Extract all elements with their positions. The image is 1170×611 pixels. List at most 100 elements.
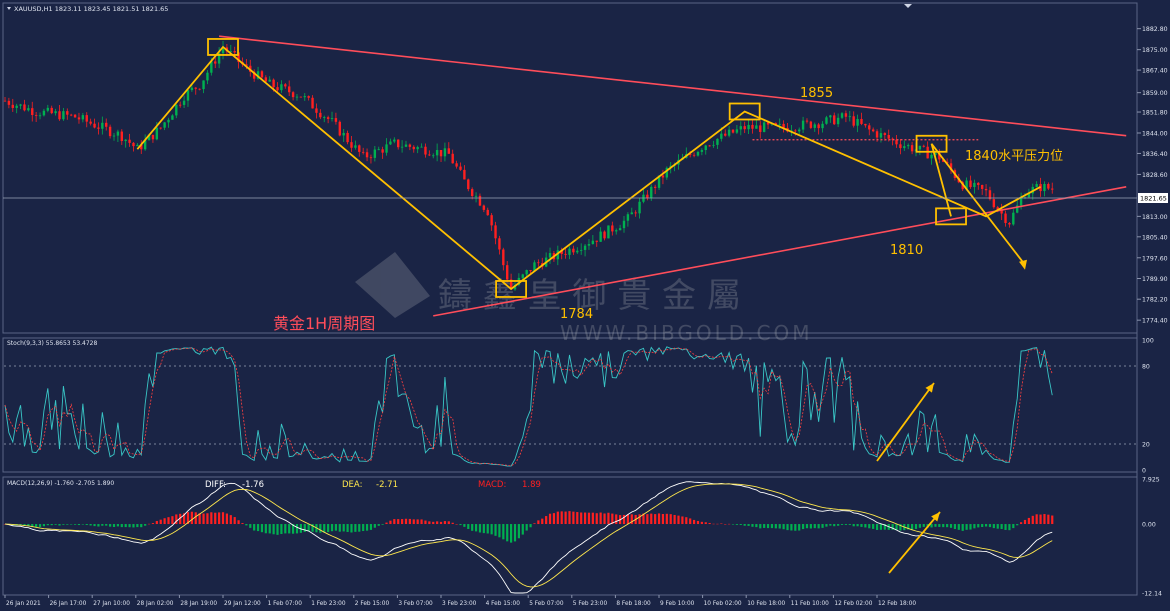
candle-body bbox=[797, 129, 801, 132]
macd-histogram-bar bbox=[412, 519, 415, 525]
macd-histogram-bar bbox=[225, 513, 229, 525]
macd-histogram-bar bbox=[739, 524, 742, 525]
candle-body bbox=[634, 212, 637, 214]
time-tick-label: 27 Jan 10:00 bbox=[93, 601, 130, 607]
candle-body bbox=[108, 126, 112, 137]
time-tick-label: 2 Feb 15:00 bbox=[355, 601, 390, 607]
candle-body bbox=[7, 100, 11, 105]
macd-histogram-bar bbox=[910, 524, 914, 530]
macd-histogram-bar bbox=[416, 519, 419, 525]
candle-body bbox=[105, 122, 108, 127]
macd-histogram-bar bbox=[572, 511, 575, 525]
candle-body bbox=[470, 189, 474, 197]
candle-body bbox=[178, 104, 182, 106]
candle-body bbox=[291, 92, 295, 98]
candle-body bbox=[443, 148, 447, 157]
candle-body bbox=[128, 139, 131, 143]
candle-body bbox=[887, 134, 890, 139]
candle-body bbox=[3, 100, 7, 102]
candle-body bbox=[969, 180, 972, 188]
macd-histogram-bar bbox=[708, 522, 711, 525]
macd-histogram-bar bbox=[918, 524, 921, 528]
macd-histogram-bar bbox=[603, 513, 606, 525]
candle-body bbox=[46, 107, 50, 111]
macd-histogram-bar bbox=[654, 514, 657, 525]
macd-histogram-bar bbox=[977, 524, 980, 528]
macd-histogram-bar bbox=[669, 514, 672, 525]
macd-histogram-bar bbox=[385, 522, 388, 525]
candle-body bbox=[883, 133, 887, 135]
candle-body bbox=[868, 125, 871, 130]
candle-body bbox=[490, 215, 493, 226]
macd-histogram-bar bbox=[638, 514, 641, 525]
candle-body bbox=[984, 188, 988, 191]
macd-histogram-bar bbox=[782, 524, 785, 530]
candle-body bbox=[116, 131, 120, 136]
candle-body bbox=[66, 111, 69, 115]
macd-histogram-bar bbox=[443, 521, 447, 525]
chart-title: 黄金1H周期图 bbox=[273, 314, 375, 333]
candle-body bbox=[1008, 223, 1011, 225]
macd-tick-label: 7.925 bbox=[1142, 477, 1160, 484]
macd-histogram-bar bbox=[626, 514, 629, 525]
candle-body bbox=[338, 121, 342, 136]
candle-body bbox=[755, 125, 758, 129]
macd-histogram-bar bbox=[93, 524, 96, 527]
candle-body bbox=[272, 79, 275, 88]
macd-histogram-bar bbox=[961, 524, 964, 531]
candle-body bbox=[579, 249, 583, 251]
candle-body bbox=[455, 163, 458, 167]
macd-histogram-bar bbox=[408, 518, 411, 525]
macd-histogram-bar bbox=[521, 524, 524, 535]
candle-body bbox=[980, 185, 984, 189]
candle-body bbox=[751, 124, 754, 129]
candle-body bbox=[615, 230, 618, 232]
macd-histogram-bar bbox=[837, 524, 840, 526]
macd-histogram-bar bbox=[66, 524, 69, 525]
macd-histogram-bar bbox=[517, 524, 520, 539]
macd-histogram-bar bbox=[144, 524, 147, 526]
macd-histogram-bar bbox=[81, 524, 84, 525]
macd-histogram-bar bbox=[770, 524, 774, 529]
macd-histogram-bar bbox=[303, 524, 306, 532]
candle-body bbox=[81, 115, 85, 120]
candle-body bbox=[583, 245, 587, 250]
macd-tick-label: -12.14 bbox=[1142, 591, 1162, 598]
macd-histogram-bar bbox=[825, 524, 828, 527]
macd-histogram-bar bbox=[848, 524, 851, 525]
macd-histogram-bar bbox=[556, 511, 559, 525]
candle-body bbox=[548, 253, 552, 258]
candle-body bbox=[397, 139, 400, 148]
candle-body bbox=[704, 145, 707, 151]
candle-body bbox=[630, 212, 633, 215]
candle-body bbox=[778, 123, 781, 125]
candle-body bbox=[864, 123, 867, 126]
candle-body bbox=[871, 129, 875, 132]
macd-histogram-bar bbox=[221, 512, 225, 525]
macd-histogram-bar bbox=[486, 524, 489, 534]
candle-body bbox=[922, 145, 925, 147]
trading-chart[interactable]: 鑄 鑫 皇 御 貴 金 屬 WWW.BIBGOLD.COM XAUUSD,H1 … bbox=[0, 0, 1170, 611]
price-tick-label: 1782.20 bbox=[1142, 297, 1168, 304]
candle-body bbox=[171, 115, 174, 120]
candle-body bbox=[599, 231, 602, 242]
candle-body bbox=[467, 179, 470, 190]
candle-body bbox=[833, 115, 836, 125]
macd-histogram-bar bbox=[420, 519, 423, 525]
macd-histogram-bar bbox=[545, 516, 548, 525]
macd-histogram-bar bbox=[478, 524, 482, 533]
time-tick-label: 1 Feb 23:00 bbox=[311, 601, 346, 607]
macd-histogram-bar bbox=[256, 524, 260, 532]
price-tick-label: 1828.60 bbox=[1142, 172, 1168, 179]
macd-histogram-bar bbox=[957, 524, 960, 530]
macd-histogram-bar bbox=[646, 514, 649, 525]
macd-histogram-bar bbox=[568, 511, 571, 525]
candle-body bbox=[276, 87, 279, 91]
macd-histogram-bar bbox=[1047, 514, 1050, 525]
candle-body bbox=[155, 127, 159, 140]
macd-histogram-bar bbox=[439, 521, 443, 525]
macd-histogram-bar bbox=[233, 517, 236, 525]
macd-histogram-bar bbox=[661, 513, 665, 525]
candle-body bbox=[930, 154, 933, 159]
candle-body bbox=[708, 145, 711, 147]
